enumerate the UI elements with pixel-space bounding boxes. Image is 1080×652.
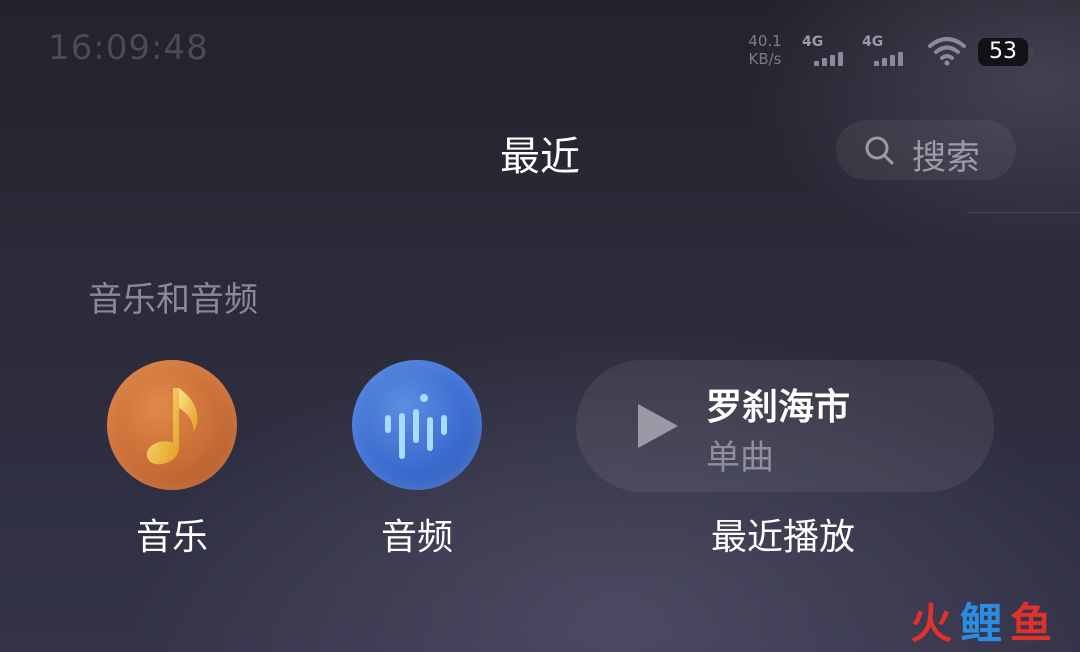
battery-icon: 53 [978,38,1033,66]
play-icon [638,404,678,448]
watermark-char: 鱼 [1010,599,1053,648]
status-bar: 16:09:48 40.1 KB/s 4G 4G 53 [0,0,1080,100]
search-button[interactable]: 搜索 [836,120,1016,180]
music-app-button[interactable] [107,360,237,490]
search-icon [865,136,894,165]
status-clock: 16:09:48 [48,28,209,68]
network-speed-unit: KB/s [748,50,782,68]
section-title: 音乐和音频 [88,280,258,320]
signal-type-label: 4G [802,34,824,50]
network-speed-value: 40.1 [748,32,782,50]
signal-icon: 4G [802,34,852,70]
watermark-char: 鲤 [960,599,1003,648]
music-app-label: 音乐 [135,517,208,558]
watermark-char: 火 [910,599,953,648]
signal-type-label: 4G [862,34,884,50]
search-label: 搜索 [912,138,980,178]
music-note-icon [146,388,198,465]
audio-wave-icon [385,394,447,459]
audio-app-button[interactable] [352,360,482,490]
audio-app-label: 音频 [380,517,453,558]
recent-play-card[interactable]: 罗刹海市 单曲 [576,360,994,492]
recent-play-label: 最近播放 [710,517,855,558]
network-speed: 40.1 KB/s [740,32,790,68]
track-title: 罗刹海市 [706,387,851,428]
track-type: 单曲 [706,438,774,478]
wifi-icon [928,37,966,66]
watermark-logo: 火 鲤 鱼 [910,600,1070,648]
header-divider [968,212,1080,213]
signal-icon: 4G [862,34,912,70]
